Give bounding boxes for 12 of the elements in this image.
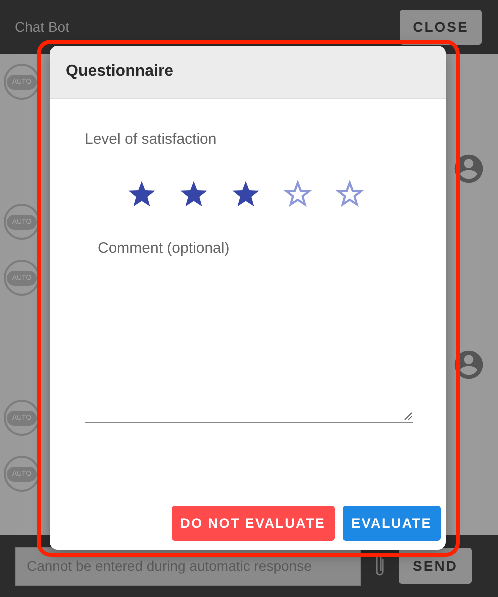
rating-label: Level of satisfaction <box>85 131 218 148</box>
empty-star-icon[interactable] <box>334 178 366 210</box>
window-title: Chat Bot <box>15 19 70 35</box>
evaluate-button[interactable]: EVALUATE <box>342 506 441 541</box>
user-avatar-icon <box>452 348 486 382</box>
empty-star-icon[interactable] <box>282 178 314 210</box>
dialog-title: Questionnaire <box>66 63 174 81</box>
user-avatar-icon <box>452 152 486 186</box>
resize-grip-icon[interactable] <box>404 412 412 420</box>
skip-button[interactable]: DO NOT EVALUATE <box>172 506 335 541</box>
comment-field[interactable]: Comment (optional) <box>85 230 413 423</box>
close-button[interactable]: CLOSE <box>400 10 482 44</box>
